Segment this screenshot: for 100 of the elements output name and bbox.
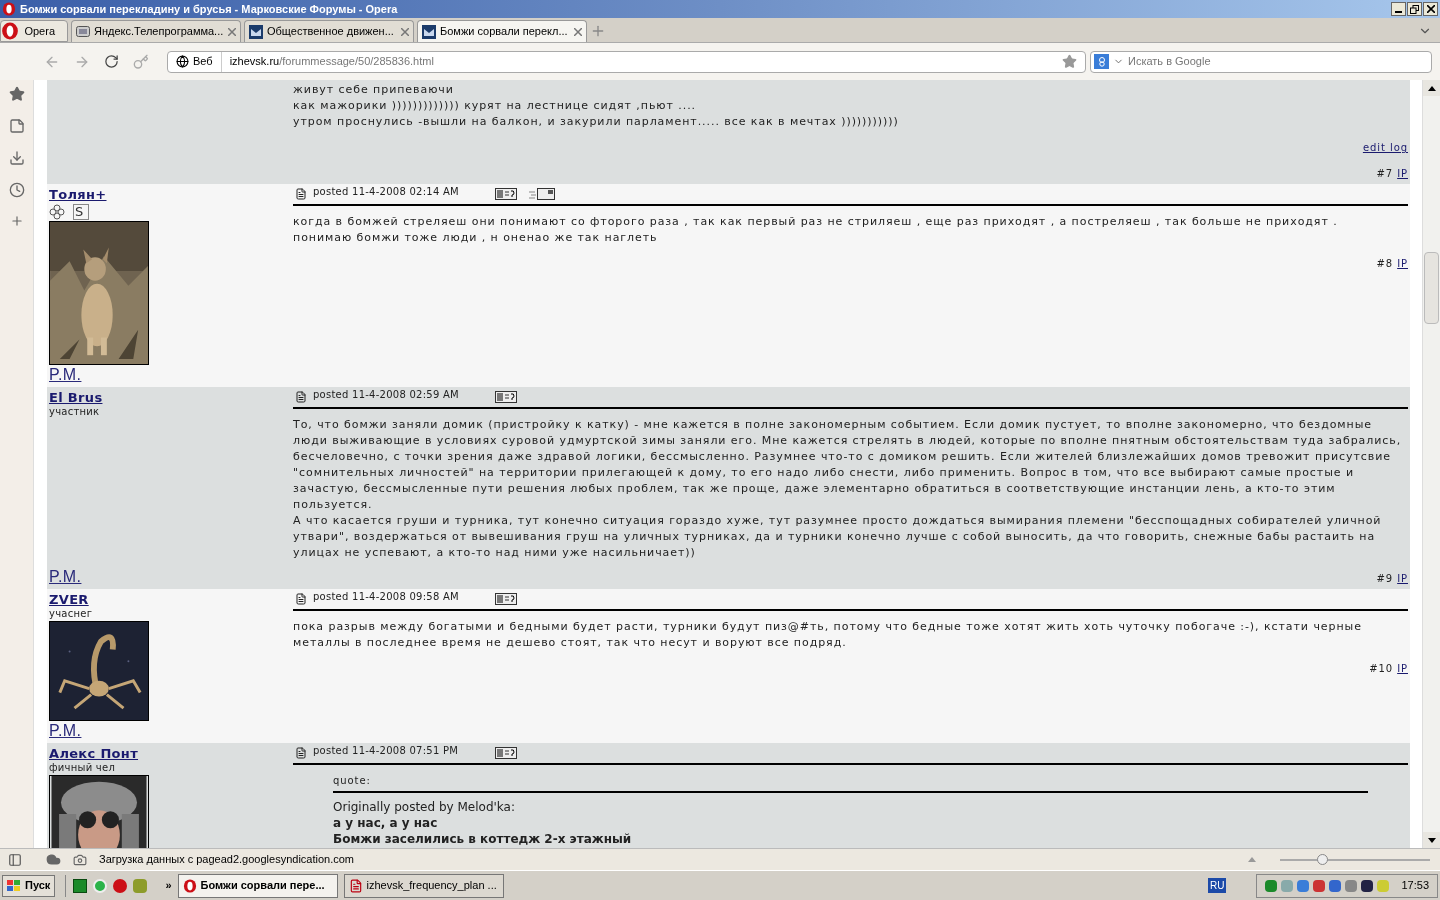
app-launcher-icon[interactable] (113, 878, 128, 893)
private-message-link[interactable]: P.M. (49, 721, 82, 743)
scroll-down-icon[interactable] (1427, 837, 1436, 843)
author-link[interactable]: ZVER (49, 592, 89, 608)
ip-link[interactable]: IP (1397, 571, 1408, 587)
reload-icon[interactable] (104, 54, 119, 69)
browser-tab[interactable]: Бомжи сорвали перекл... (417, 20, 587, 42)
camera-icon[interactable] (73, 852, 87, 867)
restore-icon (1410, 4, 1419, 14)
ip-link[interactable]: IP (1397, 166, 1408, 182)
app-launcher-icon[interactable] (73, 878, 88, 893)
post-date: posted 11-4-2008 02:59 AM (313, 388, 460, 402)
clock: 17:53 (1401, 878, 1429, 894)
new-tab-icon[interactable] (590, 23, 606, 39)
private-message-link[interactable]: P.M. (49, 567, 82, 589)
post-text: понимаю бомжи тоже люди , н оненао же так наглеть (293, 230, 659, 246)
zoom-slider-thumb[interactable] (1317, 853, 1328, 865)
close-tab-icon[interactable] (401, 27, 409, 36)
downloads-icon[interactable] (8, 150, 25, 166)
email-icon[interactable] (529, 188, 555, 200)
post-date: posted 11-4-2008 09:58 AM (313, 590, 460, 604)
language-indicator[interactable]: RU (1208, 878, 1227, 893)
post-number: #9 (1376, 572, 1394, 586)
history-icon[interactable] (8, 182, 25, 198)
site-badge[interactable]: Веб (168, 51, 222, 72)
post-text: пока разрыв между богатыми и бедными будет расти, турники будут пиз@#ть, потому что бедные тоже хотят жить хоть чуточку побогаче :-), кстати черные металлы в последнее время не дешево стоят, так что несут и воруют все подряд. (293, 619, 1363, 651)
start-button[interactable]: Пуск (2, 874, 56, 897)
url-text: izhevsk.ru/forummessage/50/285836.html (229, 54, 434, 70)
tv-icon (76, 25, 90, 38)
cloud-icon[interactable] (46, 852, 61, 867)
search-input[interactable]: Искать в Google (1128, 53, 1431, 70)
tray-icon[interactable] (1361, 879, 1374, 892)
close-tab-icon[interactable] (228, 27, 236, 36)
more-launchers[interactable]: » (165, 877, 172, 894)
taskbar-task[interactable]: Бомжи сорвали пере... (177, 873, 338, 898)
profile-card-icon[interactable] (495, 391, 517, 403)
member-rank: участник (49, 406, 101, 418)
post-text: То, что бомжи заняли домик (пристройку к катку) - мне кажется в полне закономерным событием. Если домик пустует, то вполне закономерно, что бездомные люди выживающие в условиях суровой удмуртской зимы заняли его. Мне кажется стрелять в людей, которые по вполне пнятным обстоятельствам туда забрались, бесчеловечно, с точки зрения даже здравой логики, бессмысленно. Разумнее что-то с домиком решить. Если жителей близлежайших домов тревожит присутсвие "сомнительных личностей" на территории прилегающей к дому, то его надо либо снести, либо применить. Вопрос в том, что все выбирают самые простые и зачастую, бессмысленные пути решения любых проблем, так же проще, даже элементарно обратиться в соответствующие инстанции лень, а кто-то этим пользуется. (293, 417, 1403, 513)
opera-menu-button[interactable]: Opera (0, 20, 68, 42)
close-tab-icon[interactable] (574, 27, 582, 36)
post-text: живут себе припеваючи (293, 82, 455, 98)
post-number: #10 (1369, 662, 1394, 676)
zoom-slider[interactable] (1280, 852, 1430, 867)
scrollbar[interactable] (1422, 80, 1440, 848)
member-rank: фичный чел (49, 762, 117, 774)
author-link[interactable]: Толян+ (49, 187, 107, 203)
panel-toggle-icon[interactable] (8, 852, 22, 867)
minimize-icon (1395, 11, 1402, 13)
add-panel-icon[interactable] (9, 214, 24, 228)
status-text: Загрузка данных с pagead2.googlesyndication.com (99, 852, 355, 868)
ip-link[interactable]: IP (1397, 661, 1408, 677)
profile-card-icon[interactable] (495, 593, 517, 605)
post-icon (295, 188, 307, 200)
minimize-button[interactable] (1391, 2, 1406, 16)
post-text: А что касается груши и турника, тут конечно ситуация гораздо хуже, тут разумнее просто дождаться вымирания племени "бесспощадных собирателей уличной утвари", воздержаться от вывешивания груш на уличных турниках, да и турники конечно лучше с собой выносить, да что говорить, снежные бабы растаить на улицах не успевают, а кто-то над ними уже насильничает)) (293, 513, 1383, 561)
zoom-up-icon[interactable] (1248, 857, 1256, 862)
restore-button[interactable] (1407, 2, 1422, 16)
post-text: как мажорики ))))))))))))) курят на лестнице сидят ,пьют .... (293, 98, 698, 114)
edit-log-link[interactable]: edit log (1362, 140, 1408, 156)
flower-icon (49, 204, 65, 220)
scrollbar-thumb[interactable] (1424, 252, 1439, 324)
author-link[interactable]: El Brus (49, 390, 103, 406)
opera-logo-icon (1, 22, 19, 40)
quote-text: а у нас, а у нас (333, 815, 439, 831)
scroll-up-icon[interactable] (1427, 85, 1436, 91)
search-field[interactable]: Искать в Google (1090, 50, 1432, 73)
quote-label: quote: (333, 774, 372, 788)
address-field[interactable]: Веб izhevsk.ru/forummessage/50/285836.html (167, 50, 1086, 73)
close-icon (1426, 5, 1435, 13)
close-button[interactable] (1423, 2, 1438, 16)
key-icon[interactable] (133, 53, 149, 70)
member-rank: учаснег (49, 608, 94, 620)
post-text: утром проснулись -вышли на балкон, и закурили парламент..... все как в мечтах ))))))))))) (293, 114, 900, 130)
private-message-link[interactable]: P.M. (49, 365, 82, 387)
post-number: #8 (1376, 257, 1394, 271)
browser-tab[interactable]: Общественное движен... (244, 20, 414, 42)
quote-byline: Originally posted by Melod'ka: (333, 799, 516, 815)
post-icon (295, 391, 307, 403)
search-engine-icon[interactable] (1094, 54, 1109, 69)
pdf-icon (348, 878, 363, 893)
quote-text: Бомжи заселились в коттедж 2-х этажный (333, 831, 633, 847)
profile-card-icon[interactable] (495, 188, 517, 200)
bookmarks-icon[interactable] (8, 86, 25, 102)
post-number: #7 (1376, 167, 1394, 181)
window-title: Бомжи сорвали перекладину и брусья - Марковские Форумы - Opera (20, 1, 398, 17)
opera-logo-icon (2, 2, 16, 16)
post-date: posted 11-4-2008 07:51 PM (313, 744, 460, 758)
site-icon (249, 24, 263, 39)
profile-card-icon[interactable] (495, 747, 517, 759)
browser-tab[interactable]: Яндекс.Телепрограмма... (71, 20, 241, 42)
post-text: когда в бомжей стреляеш они понимают со фторого раза , так как первый раз не стриляеш , еще раз приходят , а постреляеш , так больше не приходят . (293, 214, 1339, 230)
bookmark-star-icon[interactable] (1062, 54, 1077, 69)
broken-image-badge: S (73, 204, 89, 220)
taskbar-task[interactable]: izhevsk_frequency_plan ... (343, 873, 504, 898)
windows-logo-icon (7, 879, 21, 892)
post-icon (295, 593, 307, 605)
notes-icon[interactable] (8, 118, 25, 134)
globe-icon (176, 55, 189, 68)
author-link[interactable]: Алекс Понт (49, 746, 139, 762)
ip-link[interactable]: IP (1397, 256, 1408, 272)
